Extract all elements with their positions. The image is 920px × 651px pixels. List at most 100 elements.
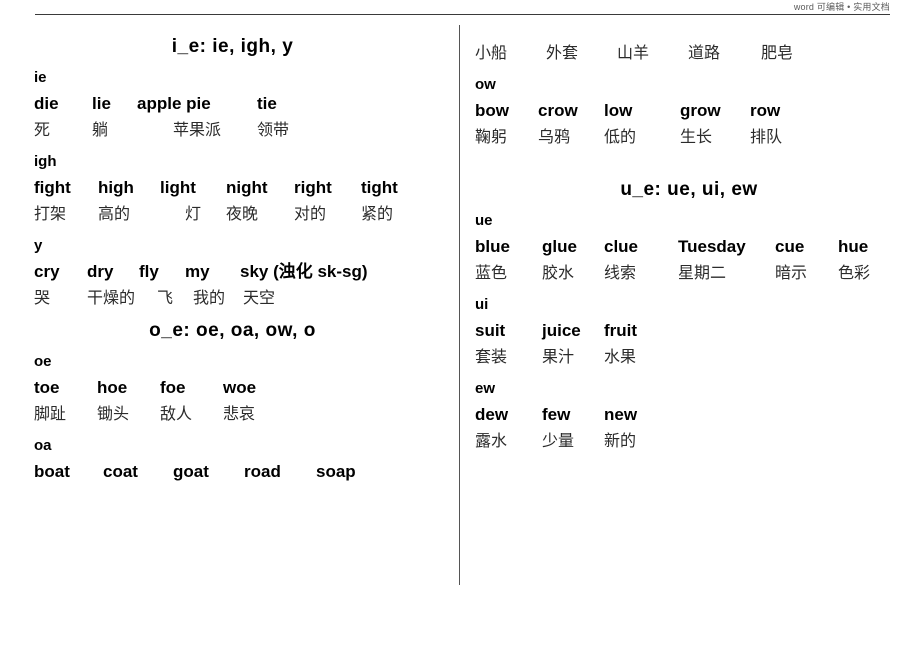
word-item: clue xyxy=(604,237,639,256)
translation-item: 线索 xyxy=(604,265,637,282)
translation-item: 果汁 xyxy=(542,349,575,366)
section-o-e-continued: 小船 外套 山羊 道路 肥皂 ow bow crow low grow row 鞠躬 乌鸦 低的 生长… xyxy=(463,40,915,151)
translation-item: 天空 xyxy=(243,290,276,307)
worksheet-page: word 可编辑 • 实用文档 i_e: ie, igh, y ie die li… xyxy=(0,0,920,651)
word-item: grow xyxy=(680,101,721,120)
pattern-label-ow: ow xyxy=(475,76,496,93)
translation-item: 领带 xyxy=(257,122,290,139)
group-ew: ew dew few new 露水 少量 新的 xyxy=(463,377,915,455)
word-item: suit xyxy=(475,321,506,340)
translation-item: 少量 xyxy=(542,433,575,450)
word-row-igh: fight high light night right tight xyxy=(0,174,455,201)
word-item-sky-annotated: sky (浊化 sk-sg) xyxy=(240,262,368,281)
word-row-ie: die lie apple pie tie xyxy=(0,90,455,117)
word-item: die xyxy=(34,94,59,113)
translation-item: 暗示 xyxy=(775,265,808,282)
word-item: juice xyxy=(542,321,581,340)
word-item: boat xyxy=(34,462,70,481)
translation-item: 干燥的 xyxy=(87,290,136,307)
pattern-label-ew: ew xyxy=(475,380,496,397)
translation-item: 外套 xyxy=(546,45,579,62)
translation-item: 夜晚 xyxy=(226,206,259,223)
translation-item: 新的 xyxy=(604,433,637,450)
word-item: tight xyxy=(361,178,398,197)
word-item: bow xyxy=(475,101,509,120)
word-item: blue xyxy=(475,237,510,256)
word-item: cry xyxy=(34,262,60,281)
translation-item: 悲哀 xyxy=(223,406,256,423)
word-item: coat xyxy=(103,462,138,481)
word-item: fight xyxy=(34,178,71,197)
translation-item: 低的 xyxy=(604,129,637,146)
section-i-e: i_e: ie, igh, y ie die lie apple pie tie 死 躺… xyxy=(0,34,455,312)
word-item: light xyxy=(160,178,196,197)
translation-item: 对的 xyxy=(294,206,327,223)
section-title-i-e: i_e: ie, igh, y xyxy=(171,36,294,57)
translation-item: 色彩 xyxy=(838,265,871,282)
group-oe: oe toe hoe foe woe 脚趾 锄头 敌人 悲哀 xyxy=(0,350,455,428)
translation-item: 道路 xyxy=(688,45,721,62)
translation-item: 哭 xyxy=(34,290,51,307)
word-item: goat xyxy=(173,462,209,481)
word-item: row xyxy=(750,101,781,120)
group-ie: ie die lie apple pie tie 死 躺 苹果派 领带 xyxy=(0,66,455,144)
translation-item: 生长 xyxy=(680,129,713,146)
translation-row-igh: 打架 高的 灯 夜晚 对的 紧的 xyxy=(0,201,455,228)
word-item: toe xyxy=(34,378,60,397)
translation-item: 排队 xyxy=(750,129,783,146)
word-item: night xyxy=(226,178,268,197)
translation-item: 我的 xyxy=(193,290,226,307)
translation-item: 乌鸦 xyxy=(538,129,571,146)
section-title-u-e: u_e: ue, ui, ew xyxy=(620,179,758,200)
pattern-label-ie: ie xyxy=(34,69,47,86)
translation-item: 高的 xyxy=(98,206,131,223)
pattern-label-ui: ui xyxy=(475,296,489,313)
translation-item: 肥皂 xyxy=(761,45,794,62)
translation-row-oa: 小船 外套 山羊 道路 肥皂 xyxy=(463,40,915,67)
translation-item: 蓝色 xyxy=(475,265,508,282)
word-item: woe xyxy=(223,378,257,397)
header-divider-rule xyxy=(35,14,890,15)
pattern-label-y: y xyxy=(34,237,43,254)
pattern-label-oe: oe xyxy=(34,353,52,370)
translation-item: 套装 xyxy=(475,349,508,366)
group-ui: ui suit juice fruit 套装 果汁 水果 xyxy=(463,293,915,371)
word-item: Tuesday xyxy=(678,237,746,256)
translation-row-y: 哭 干燥的 飞 我的 天空 xyxy=(0,285,455,312)
translation-row-ew: 露水 少量 新的 xyxy=(463,428,915,455)
section-title-o-e: o_e: oe, oa, ow, o xyxy=(149,320,316,341)
word-item: hoe xyxy=(97,378,128,397)
translation-row-ue: 蓝色 胶水 线索 星期二 暗示 色彩 xyxy=(463,260,915,287)
group-oa: oa boat coat goat road soap xyxy=(0,434,455,485)
word-item: fruit xyxy=(604,321,638,340)
word-row-ue: blue glue clue Tuesday cue hue xyxy=(463,233,915,260)
translation-item: 鞠躬 xyxy=(475,129,508,146)
section-o-e: o_e: oe, oa, ow, o oe toe hoe foe woe 脚趾 锄头 敌… xyxy=(0,318,455,485)
word-item: new xyxy=(604,405,638,424)
word-item: low xyxy=(604,101,633,120)
word-item: hue xyxy=(838,237,869,256)
word-item: high xyxy=(98,178,134,197)
translation-item: 胶水 xyxy=(542,265,575,282)
translation-item: 飞 xyxy=(157,290,174,307)
word-row-ui: suit juice fruit xyxy=(463,317,915,344)
word-row-oe: toe hoe foe woe xyxy=(0,374,455,401)
word-item: right xyxy=(294,178,332,197)
word-row-y: cry dry fly my sky (浊化 sk-sg) xyxy=(0,258,455,285)
word-item: soap xyxy=(316,462,356,481)
pattern-label-oa: oa xyxy=(34,437,52,454)
word-row-ow: bow crow low grow row xyxy=(463,97,915,124)
left-column: i_e: ie, igh, y ie die lie apple pie tie 死 躺… xyxy=(0,28,455,485)
word-item: dry xyxy=(87,262,114,281)
word-item: road xyxy=(244,462,281,481)
translation-item: 苹果派 xyxy=(172,122,221,139)
translation-item: 山羊 xyxy=(617,45,650,62)
translation-item: 锄头 xyxy=(97,406,130,423)
translation-row-ie: 死 躺 苹果派 领带 xyxy=(0,117,455,144)
translation-item: 打架 xyxy=(34,206,67,223)
word-item: foe xyxy=(160,378,186,397)
word-item: my xyxy=(185,262,210,281)
translation-item: 星期二 xyxy=(678,265,727,282)
word-item: glue xyxy=(542,237,577,256)
